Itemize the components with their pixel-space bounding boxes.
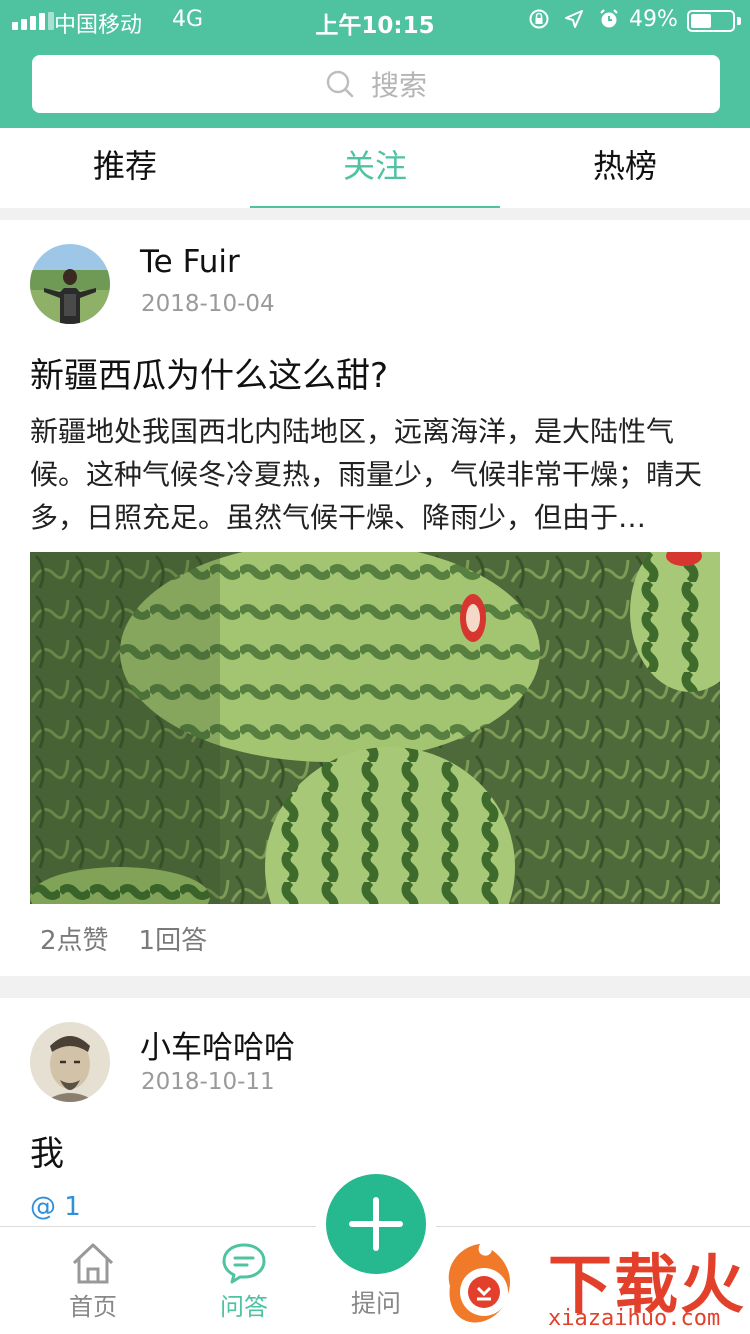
search-input[interactable]: 搜索 — [32, 55, 720, 113]
ask-label[interactable]: 提问 — [316, 1284, 436, 1320]
home-icon — [72, 1243, 114, 1284]
post-date: 2018-10-04 — [141, 291, 275, 317]
search-icon — [326, 70, 354, 98]
author-name[interactable]: Te Fuir — [140, 244, 240, 280]
like-count[interactable]: 2点赞 — [40, 920, 109, 957]
watermark-url: xiazaihuo.com — [548, 1306, 721, 1331]
avatar[interactable] — [30, 244, 110, 324]
battery-percent: 49% — [629, 7, 678, 32]
question-excerpt: 新疆地处我国西北内陆地区，远离海洋，是大陆性气候。这种气候冬冷夏热，雨量少，气候… — [30, 415, 703, 534]
ask-button[interactable] — [326, 1174, 426, 1274]
question-title[interactable]: 新疆西瓜为什么这么甜? — [30, 348, 388, 397]
rotation-lock-icon — [529, 9, 549, 29]
post-date: 2018-10-11 — [141, 1069, 275, 1095]
answer-count[interactable]: 1回答 — [139, 920, 208, 957]
post-stats: 2点赞 1回答 — [40, 920, 207, 957]
tab-following[interactable]: 关注 — [250, 128, 500, 208]
nav-home[interactable]: 首页 — [33, 1241, 153, 1322]
tab-recommend[interactable]: 推荐 — [0, 128, 250, 208]
location-icon — [565, 10, 583, 28]
tab-hot-list[interactable]: 热榜 — [500, 128, 750, 208]
question-card[interactable]: Te Fuir 2018-10-04 新疆西瓜为什么这么甜? 新疆地处我国西北内… — [0, 220, 750, 976]
search-placeholder: 搜索 — [370, 69, 427, 102]
alarm-icon — [600, 9, 618, 28]
battery-tip — [737, 17, 741, 25]
question-title[interactable]: 我 — [30, 1126, 64, 1175]
watermelon-image[interactable] — [30, 552, 720, 904]
feed-tabs: 推荐 关注 热榜 — [0, 128, 750, 208]
app-header: 中国移动 4G 上午10:15 49% 搜索 — [0, 0, 750, 128]
battery-icon — [687, 10, 735, 32]
avatar[interactable] — [30, 1022, 110, 1102]
nav-qa-label: 问答 — [220, 1293, 268, 1321]
mention-link[interactable]: @ 1 — [30, 1192, 81, 1222]
status-bar: 中国移动 4G 上午10:15 49% — [0, 0, 750, 42]
nav-qa[interactable]: 问答 — [184, 1241, 304, 1322]
author-name[interactable]: 小车哈哈哈 — [140, 1022, 295, 1067]
chat-bubble-icon — [222, 1243, 266, 1284]
nav-home-label: 首页 — [69, 1293, 117, 1321]
plus-icon — [349, 1197, 403, 1251]
